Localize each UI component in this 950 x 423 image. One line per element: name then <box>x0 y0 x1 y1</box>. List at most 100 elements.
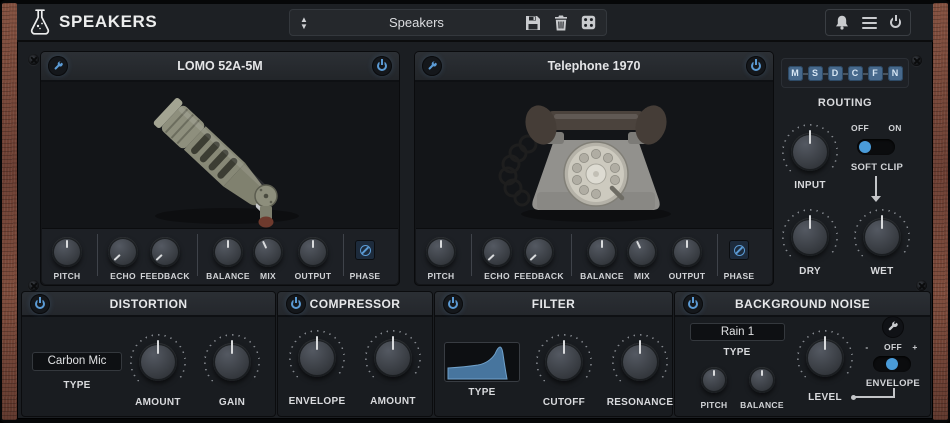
divider <box>343 234 344 276</box>
wrench-icon <box>428 60 437 70</box>
phase-label: PHASE <box>723 271 755 281</box>
compressor-amount-knob[interactable] <box>365 330 421 386</box>
softclip-off-label[interactable]: OFF <box>840 123 880 133</box>
power-icon <box>35 297 45 309</box>
phase-icon <box>733 244 745 256</box>
routing-node-s[interactable]: S <box>807 65 823 81</box>
signal-line <box>875 176 877 196</box>
noise-pitch-knob[interactable] <box>701 367 727 393</box>
divider <box>197 234 198 276</box>
feedback-knob[interactable] <box>524 237 554 267</box>
module-title: LOMO 52A-5M <box>177 59 263 73</box>
noise-level-knob[interactable] <box>797 330 853 386</box>
filter-resonance-knob[interactable] <box>612 334 668 390</box>
echo-knob[interactable] <box>482 237 512 267</box>
module-settings-button[interactable] <box>422 56 442 76</box>
envelope-minus-label[interactable]: - <box>859 342 875 352</box>
feedback-knob[interactable] <box>150 237 180 267</box>
pitch-knob[interactable] <box>426 237 456 267</box>
screw-icon <box>916 280 927 291</box>
wrench-icon <box>54 60 63 70</box>
input-label: INPUT <box>794 180 826 191</box>
phase-button[interactable] <box>729 240 749 260</box>
pitch-knob[interactable] <box>52 237 82 267</box>
output-knob[interactable] <box>672 237 702 267</box>
preset-spinner[interactable]: ▲ ▼ <box>300 15 308 30</box>
system-controls <box>825 9 911 36</box>
compressor-power-button[interactable] <box>286 294 306 314</box>
distortion-type-select[interactable]: Carbon Mic <box>32 352 122 371</box>
routing-node-c[interactable]: C <box>847 65 863 81</box>
module-title: Telephone 1970 <box>547 59 641 73</box>
routing-node-f[interactable]: F <box>867 65 883 81</box>
softclip-label: SOFT CLIP <box>850 162 904 173</box>
background-noise-section: BACKGROUND NOISE Rain 1 TYPE PITCH BALAN… <box>675 292 930 416</box>
wrench-icon <box>888 321 898 331</box>
preset-bar: ▲ ▼ Speakers <box>289 9 607 36</box>
preset-actions <box>525 15 596 31</box>
routing-node-n[interactable]: N <box>887 65 903 81</box>
toggle-knob <box>886 358 898 370</box>
envelope-plus-label[interactable]: + <box>907 342 923 352</box>
screw-icon <box>28 54 39 65</box>
section-header: DISTORTION <box>22 292 275 317</box>
noise-settings-button[interactable] <box>882 316 904 338</box>
compressor-envelope-knob[interactable] <box>289 330 345 386</box>
filter-type-display[interactable] <box>444 342 520 382</box>
softclip-on-label[interactable]: ON <box>875 123 915 133</box>
knob-label: FEEDBACK <box>514 271 564 281</box>
divider <box>471 234 472 276</box>
preset-name[interactable]: Speakers <box>318 15 515 30</box>
power-icon[interactable] <box>890 15 901 28</box>
knob-label: FEEDBACK <box>140 271 190 281</box>
bell-icon[interactable] <box>835 15 849 30</box>
balance-knob[interactable] <box>587 237 617 267</box>
power-icon <box>291 297 301 309</box>
filter-cutoff-knob[interactable] <box>536 334 592 390</box>
output-knob[interactable] <box>298 237 328 267</box>
module-power-button[interactable] <box>746 56 766 76</box>
module-settings-button[interactable] <box>48 56 68 76</box>
module-power-button[interactable] <box>372 56 392 76</box>
section-title: FILTER <box>531 297 576 311</box>
trash-icon[interactable] <box>554 15 568 31</box>
flask-icon <box>30 9 50 35</box>
wood-panel-right <box>933 3 948 420</box>
filter-power-button[interactable] <box>443 294 463 314</box>
phase-button[interactable] <box>355 240 375 260</box>
arrow-down-icon <box>871 196 881 202</box>
amount-label: AMOUNT <box>370 396 416 407</box>
routing-node-d[interactable]: D <box>827 65 843 81</box>
compressor-section: COMPRESSOR ENVELOPE AMOUNT <box>278 292 432 416</box>
telephone-image <box>416 82 772 228</box>
menu-icon[interactable] <box>862 16 877 29</box>
dry-knob[interactable] <box>782 209 838 265</box>
noise-balance-knob[interactable] <box>749 367 775 393</box>
noise-type-select[interactable]: Rain 1 <box>690 323 785 341</box>
envelope-label: ENVELOPE <box>288 396 346 407</box>
softclip-toggle[interactable] <box>857 139 895 155</box>
power-icon <box>751 59 761 71</box>
power-icon <box>448 297 458 309</box>
save-icon[interactable] <box>525 15 541 31</box>
phase-icon <box>359 244 371 256</box>
distortion-power-button[interactable] <box>30 294 50 314</box>
distortion-amount-knob[interactable] <box>130 334 186 390</box>
section-title: BACKGROUND NOISE <box>734 297 871 311</box>
connector-line <box>854 396 895 398</box>
mix-knob[interactable] <box>627 237 657 267</box>
distortion-gain-knob[interactable] <box>204 334 260 390</box>
routing-node-m[interactable]: M <box>787 65 803 81</box>
spinner-down-icon[interactable]: ▼ <box>300 22 308 30</box>
mix-knob[interactable] <box>253 237 283 267</box>
section-title: COMPRESSOR <box>309 297 401 311</box>
noise-power-button[interactable] <box>683 294 703 314</box>
envelope-toggle[interactable] <box>873 356 911 372</box>
input-knob[interactable] <box>782 124 838 180</box>
echo-knob[interactable] <box>108 237 138 267</box>
dice-icon[interactable] <box>581 15 596 30</box>
wet-knob[interactable] <box>854 209 910 265</box>
title-bar: SPEAKERS ▲ ▼ Speakers <box>17 4 933 42</box>
balance-knob[interactable] <box>213 237 243 267</box>
plugin-chrome: SPEAKERS ▲ ▼ Speakers LOMO 52A-5M PITCH … <box>17 4 933 419</box>
